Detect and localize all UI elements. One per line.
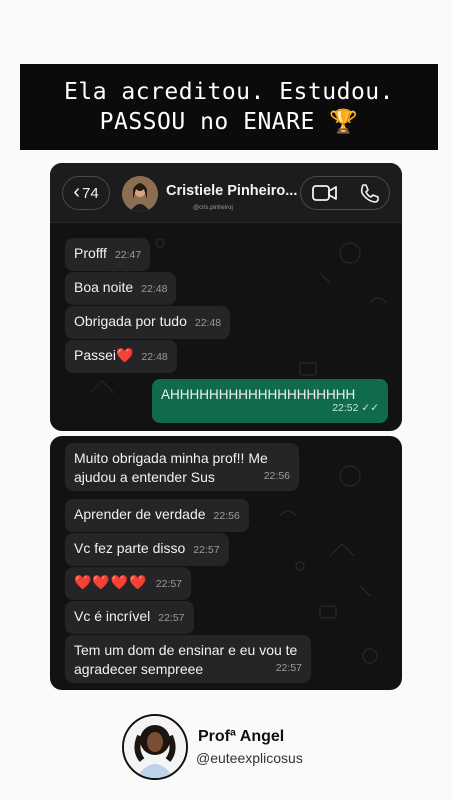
message-bubble[interactable]: Tem um dom de ensinar e eu vou te agrade… (65, 635, 311, 683)
message-bubble[interactable]: Obrigada por tudo 22:48 (65, 306, 231, 339)
back-button[interactable]: ‹ 74 (62, 176, 110, 210)
outgoing-message-bubble[interactable]: AHHHHHHHHHHHHHHHHHHH 22:52 ✓✓ (152, 379, 388, 423)
contact-name[interactable]: Cristiele Pinheiro... (166, 183, 297, 199)
message-text: Boa noite (74, 279, 134, 295)
message-bubble[interactable]: Vc é incrível 22:57 (65, 601, 194, 634)
message-bubble[interactable]: Boa noite 22:48 (65, 272, 177, 305)
message-text: Aprender de verdade (74, 506, 206, 522)
message-text: Vc é incrível (74, 608, 151, 624)
message-time: 22:57 (275, 662, 302, 674)
message-bubble[interactable]: Muito obrigada minha prof!! Me ajudou a … (65, 443, 299, 491)
phone-call-icon[interactable] (359, 183, 379, 203)
contact-handle: @cris.pinheiroj (193, 205, 233, 211)
chat-screenshot-1: ‹ 74 Cristiele Pinheiro... @cris.pinheir… (50, 163, 402, 431)
message-text: Passei (74, 347, 117, 363)
video-call-icon[interactable] (311, 184, 338, 202)
call-actions (300, 176, 390, 210)
trophy-icon: 🏆 (329, 109, 359, 135)
message-time: 22:56 (263, 470, 290, 482)
profile-handle[interactable]: @euteexplicosus (196, 750, 303, 766)
message-time: 22:48 (141, 283, 168, 295)
message-time: 22:57 (193, 544, 220, 556)
story-canvas: Ela acreditou. Estudou. PASSOU no ENARE … (0, 0, 452, 800)
headline-line-1: Ela acreditou. Estudou. (64, 79, 394, 105)
message-time-text: 22:52 (332, 402, 359, 414)
read-receipt-icon: ✓✓ (361, 402, 379, 414)
headline-line-2: PASSOU no ENARE 🏆 (20, 107, 438, 137)
profile-avatar[interactable] (122, 714, 188, 780)
message-time: 22:48 (194, 317, 222, 329)
message-time: 22:56 (213, 510, 240, 522)
profile-name[interactable]: Profª Angel (198, 728, 284, 746)
message-text: Obrigada por tudo (74, 313, 187, 329)
message-time: 22:52 ✓✓ (332, 399, 379, 418)
message-text: Profff (74, 245, 107, 261)
message-bubble[interactable]: ❤️❤️❤️❤️ 22:57 (65, 567, 192, 600)
headline-banner: Ela acreditou. Estudou. PASSOU no ENARE … (20, 64, 438, 150)
message-bubble[interactable]: Passei❤️ 22:48 (65, 340, 177, 373)
heart-emoji: ❤️ (116, 347, 134, 363)
message-text: AHHHHHHHHHHHHHHHHHHH (161, 387, 356, 402)
message-bubble[interactable]: Aprender de verdade 22:56 (65, 499, 249, 532)
message-time: 22:47 (114, 249, 142, 261)
chat-header: ‹ 74 Cristiele Pinheiro... @cris.pinheir… (50, 163, 402, 223)
message-bubble[interactable]: Profff 22:47 (65, 238, 151, 271)
message-bubble[interactable]: Vc fez parte disso 22:57 (65, 533, 229, 566)
message-text: Tem um dom de ensinar e eu vou te agrade… (74, 642, 298, 677)
message-time: 22:48 (141, 351, 168, 363)
chevron-left-icon: ‹ (73, 181, 80, 203)
message-time: 22:57 (158, 612, 185, 624)
message-text: ❤️❤️❤️❤️ (74, 574, 148, 590)
unread-count: 74 (81, 184, 99, 202)
message-text: Muito obrigada minha prof!! Me ajudou a … (74, 450, 268, 485)
contact-avatar[interactable] (122, 176, 158, 212)
message-time: 22:57 (155, 578, 183, 590)
headline-line-2-text: PASSOU no ENARE (99, 109, 315, 135)
message-text: Vc fez parte disso (74, 540, 186, 556)
chat-screenshot-2: Muito obrigada minha prof!! Me ajudou a … (50, 436, 402, 690)
